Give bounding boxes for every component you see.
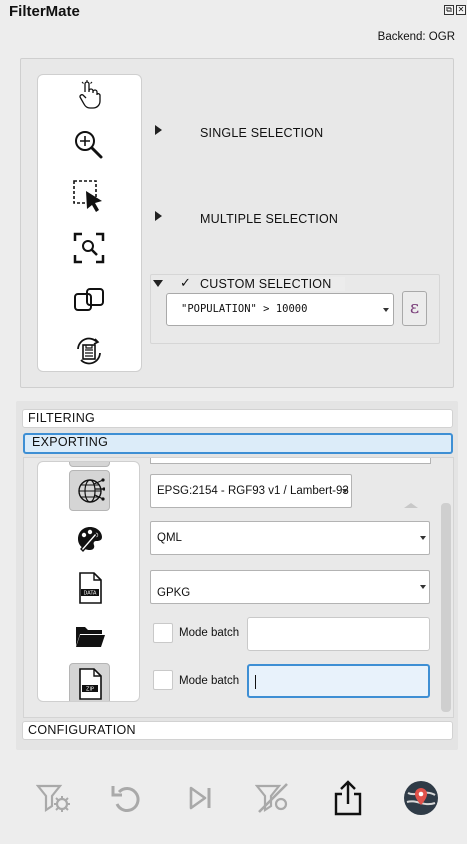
layer-icon[interactable]: [69, 462, 110, 467]
text-cursor: [255, 675, 256, 689]
export-icon: [334, 780, 362, 816]
style-format-value: QML: [157, 532, 182, 544]
crs-value: EPSG:2154 - RGF93 v1 / Lambert-93: [157, 485, 349, 497]
tab-configuration[interactable]: CONFIGURATION: [22, 721, 453, 740]
float-window-button[interactable]: ⧉: [444, 5, 454, 15]
save-reload-icon[interactable]: [71, 333, 107, 369]
expression-value: "POPULATION" > 10000: [181, 303, 308, 315]
chevron-down-icon[interactable]: [420, 585, 426, 589]
clear-filter-button[interactable]: [254, 779, 292, 817]
batch-mode-label-2: Mode batch: [179, 675, 240, 687]
single-selection-expander[interactable]: [155, 125, 162, 135]
single-selection-label[interactable]: SINGLE SELECTION: [200, 126, 323, 140]
skip-next-button[interactable]: [181, 779, 219, 817]
undo-icon: [111, 786, 140, 812]
custom-selection-expander[interactable]: [153, 280, 163, 287]
expression-combobox[interactable]: "POPULATION" > 10000: [166, 293, 394, 326]
tab-exporting[interactable]: EXPORTING: [23, 433, 453, 454]
folder-icon[interactable]: [69, 615, 110, 656]
style-palette-icon[interactable]: [69, 518, 110, 559]
zoom-in-icon[interactable]: [71, 127, 107, 163]
layers-combobox[interactable]: [150, 458, 431, 464]
crs-combobox[interactable]: EPSG:2154 - RGF93 v1 / Lambert-93: [150, 474, 352, 508]
zip-file-icon[interactable]: ZIP: [69, 663, 110, 701]
expression-builder-button[interactable]: ε: [402, 291, 427, 326]
batch-mode-checkbox-1[interactable]: [153, 623, 173, 643]
clear-filter-icon: [255, 783, 288, 813]
data-file-icon[interactable]: DATA: [69, 567, 110, 608]
style-format-combobox[interactable]: QML: [150, 521, 430, 555]
export-scrollbar[interactable]: [441, 503, 451, 712]
chevron-down-icon[interactable]: [383, 307, 389, 312]
duplicate-link-icon[interactable]: [71, 282, 107, 318]
map-pin-logo-icon: [404, 781, 438, 815]
chevron-down-icon[interactable]: [342, 489, 348, 493]
export-tools-toolbar: DATA ZIP: [37, 461, 140, 702]
svg-text:DATA: DATA: [83, 590, 96, 596]
pointer-hand-icon[interactable]: [71, 77, 107, 113]
batch-mode-label-1: Mode batch: [179, 627, 240, 639]
multiple-selection-expander[interactable]: [155, 211, 162, 221]
app-title: FilterMate: [9, 3, 80, 20]
filtermate-logo-button[interactable]: [402, 779, 440, 817]
file-format-value: GPKG: [157, 587, 191, 599]
file-format-combobox[interactable]: GPKG: [150, 570, 430, 604]
chevron-down-icon[interactable]: [420, 536, 426, 540]
custom-selection-label[interactable]: CUSTOM SELECTION: [200, 277, 346, 291]
crs-globe-icon[interactable]: [69, 470, 110, 511]
svg-text:ZIP: ZIP: [86, 686, 94, 692]
close-window-button[interactable]: ✕: [456, 5, 466, 15]
output-folder-input[interactable]: [247, 617, 430, 651]
filter-settings-button[interactable]: [35, 779, 73, 817]
rectangle-select-icon[interactable]: [71, 178, 107, 214]
scroll-up-icon[interactable]: [404, 503, 418, 508]
filter-settings-icon: [36, 784, 70, 813]
selection-tools-toolbar: [37, 74, 142, 372]
backend-label: Backend: OGR: [377, 31, 455, 43]
zoom-to-selection-icon[interactable]: [71, 230, 107, 266]
zip-output-input[interactable]: [247, 664, 430, 698]
multiple-selection-label[interactable]: MULTIPLE SELECTION: [200, 212, 338, 226]
custom-selection-checkmark[interactable]: ✓: [180, 276, 191, 291]
undo-button[interactable]: [107, 779, 145, 817]
batch-mode-checkbox-2[interactable]: [153, 670, 173, 690]
skip-next-icon: [189, 786, 211, 810]
tab-filtering[interactable]: FILTERING: [22, 409, 453, 428]
export-button[interactable]: [329, 779, 367, 817]
